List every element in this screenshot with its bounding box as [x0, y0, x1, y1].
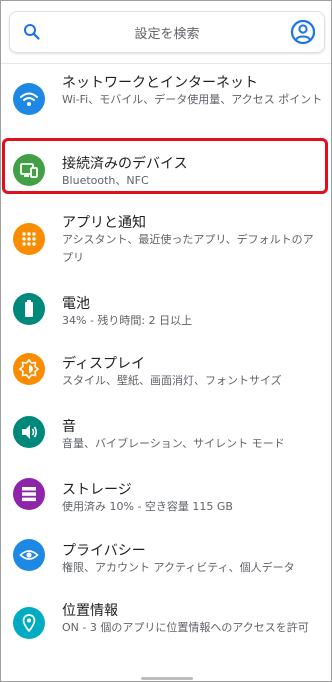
search-bar[interactable]: 設定を検索 — [9, 11, 325, 53]
highlight-box — [2, 138, 328, 194]
apps-grid-icon — [13, 223, 45, 255]
setting-title: ディスプレイ — [62, 356, 146, 372]
setting-subtitle: 音量、バイブレーション、サイレント モード — [62, 437, 285, 450]
setting-battery[interactable]: 電池 34% - 残り時間: 2 日以上 — [1, 289, 331, 349]
account-icon[interactable] — [290, 19, 316, 45]
setting-title: プライバシー — [62, 543, 146, 559]
search-placeholder[interactable]: 設定を検索 — [10, 23, 324, 42]
setting-apps[interactable]: アプリと通知 アシスタント、最近使ったアプリ、デフォルトのアプリ — [1, 207, 331, 267]
battery-icon — [13, 293, 45, 325]
setting-title: 位置情報 — [62, 603, 118, 619]
setting-title: ストレージ — [62, 482, 132, 498]
setting-subtitle: スタイル、壁紙、画面消灯、フォントサイズ — [62, 374, 282, 387]
storage-icon — [13, 478, 45, 510]
settings-screen: 設定を検索 ネットワークとインターネット Wi-Fi、モバイル、データ使用量、ア… — [0, 0, 332, 682]
setting-title: ネットワークとインターネット — [62, 75, 258, 91]
top-bar: 設定を検索 — [1, 1, 331, 63]
setting-sound[interactable]: 音 音量、バイブレーション、サイレント モード — [1, 413, 331, 473]
setting-subtitle: Wi-Fi、モバイル、データ使用量、アクセス ポイント — [62, 93, 323, 106]
setting-privacy[interactable]: プライバシー 権限、アカウント アクティビティ、個人データ — [1, 537, 331, 597]
setting-storage[interactable]: ストレージ 使用済み 10% - 空き容量 115 GB — [1, 475, 331, 535]
setting-subtitle: 使用済み 10% - 空き容量 115 GB — [62, 500, 233, 513]
setting-title: アプリと通知 — [62, 215, 146, 231]
wifi-icon — [13, 83, 45, 115]
setting-subtitle: 34% - 残り時間: 2 日以上 — [62, 314, 193, 327]
setting-subtitle: アシスタント、最近使ったアプリ、デフォルトのアプリ — [62, 233, 314, 264]
setting-location[interactable]: 位置情報 ON - 3 個のアプリに位置情報へのアクセスを許可 — [1, 599, 331, 659]
setting-subtitle: ON - 3 個のアプリに位置情報へのアクセスを許可 — [62, 621, 309, 634]
brightness-icon — [13, 353, 45, 385]
setting-subtitle: 権限、アカウント アクティビティ、個人データ — [62, 561, 295, 574]
volume-icon — [13, 416, 45, 448]
setting-display[interactable]: ディスプレイ スタイル、壁紙、画面消灯、フォントサイズ — [1, 351, 331, 411]
location-pin-icon — [13, 607, 45, 639]
gesture-nav-bar[interactable] — [141, 677, 193, 680]
setting-title: 音 — [62, 419, 76, 435]
setting-network[interactable]: ネットワークとインターネット Wi-Fi、モバイル、データ使用量、アクセス ポイ… — [1, 64, 331, 124]
setting-title: 電池 — [62, 296, 90, 312]
privacy-eye-icon — [13, 539, 45, 571]
